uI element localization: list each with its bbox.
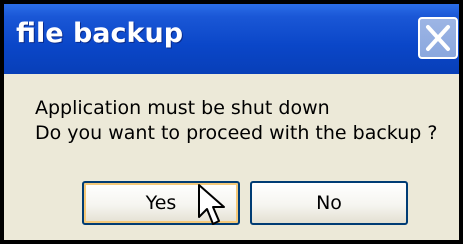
no-button[interactable]: No	[250, 181, 408, 225]
dialog-window: file backup Application must be shut dow…	[0, 0, 463, 244]
mouse-pointer-icon	[198, 184, 225, 225]
close-button[interactable]	[418, 17, 458, 59]
close-icon	[426, 25, 450, 51]
message-line-1: Application must be shut down	[35, 97, 330, 119]
window-title: file backup	[16, 18, 184, 49]
message-line-2: Do you want to proceed with the backup ?	[35, 122, 438, 144]
dialog-body: Application must be shut down Do you wan…	[4, 74, 459, 240]
title-bar[interactable]: file backup	[4, 4, 459, 74]
